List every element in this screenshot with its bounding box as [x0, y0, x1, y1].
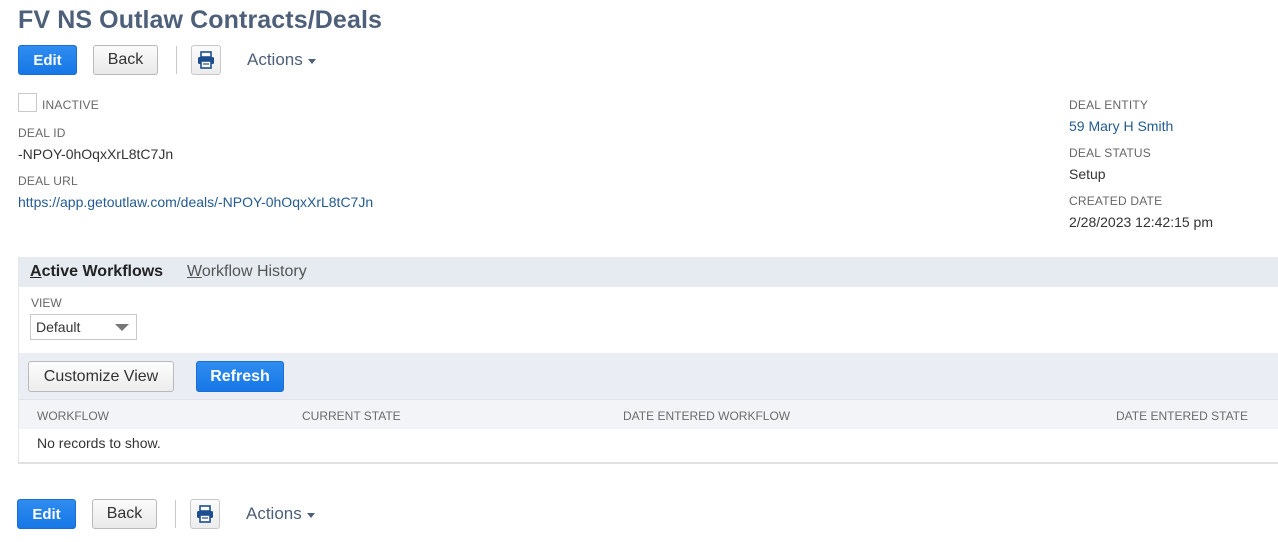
tab-active-workflows[interactable]: Active Workflows: [30, 263, 163, 281]
column-header-date-entered-state[interactable]: DATE ENTERED STATE: [1116, 409, 1248, 423]
created-date-value: 2/28/2023 12:42:15 pm: [1069, 214, 1214, 230]
created-date-label: CREATED DATE: [1069, 194, 1163, 208]
print-button[interactable]: [191, 45, 221, 75]
tab-workflow-history-label: orkflow History: [201, 263, 307, 280]
actions-menu-bottom[interactable]: Actions: [246, 504, 315, 524]
workflows-panel: Active Workflows Workflow History VIEW D…: [18, 257, 1278, 464]
tab-active-workflows-label: ctive Workflows: [41, 263, 164, 280]
printer-icon: [198, 51, 214, 69]
deal-entity-link[interactable]: 59 Mary H Smith: [1069, 118, 1173, 134]
tab-workflow-history-accesskey: W: [187, 263, 202, 280]
deal-url-link[interactable]: https://app.getoutlaw.com/deals/-NPOY-0h…: [18, 194, 373, 210]
back-button-bottom[interactable]: Back: [92, 499, 157, 529]
deal-id-value: -NPOY-0hOqxXrL8tC7Jn: [18, 146, 174, 162]
view-label: VIEW: [31, 296, 62, 310]
toolbar-divider-bottom: [175, 500, 176, 528]
deal-url-label: DEAL URL: [18, 174, 78, 188]
caret-down-icon: [307, 58, 316, 64]
inactive-checkbox[interactable]: [18, 92, 37, 112]
workflow-table-header: WORKFLOW CURRENT STATE DATE ENTERED WORK…: [19, 399, 1278, 429]
actions-label: Actions: [247, 50, 303, 69]
column-header-workflow[interactable]: WORKFLOW: [37, 409, 109, 423]
actions-label-bottom: Actions: [246, 504, 302, 523]
column-header-date-entered-workflow[interactable]: DATE ENTERED WORKFLOW: [623, 409, 790, 423]
deal-status-value: Setup: [1069, 166, 1106, 182]
tab-workflow-history[interactable]: Workflow History: [187, 263, 307, 281]
column-header-current-state[interactable]: CURRENT STATE: [302, 409, 401, 423]
edit-button-bottom[interactable]: Edit: [17, 499, 76, 529]
workflow-tabbar: Active Workflows Workflow History: [19, 257, 1278, 287]
actions-menu[interactable]: Actions: [247, 50, 316, 70]
toolbar-divider: [176, 46, 177, 74]
back-button[interactable]: Back: [93, 45, 158, 75]
refresh-button[interactable]: Refresh: [196, 361, 284, 392]
page-title: FV NS Outlaw Contracts/Deals: [18, 6, 382, 34]
top-toolbar: Edit Back Actions: [18, 44, 316, 76]
dropdown-arrow-icon: [115, 324, 129, 331]
workflow-button-bar: Customize View Refresh: [19, 353, 1278, 399]
inactive-field: INACTIVE: [18, 92, 99, 112]
caret-down-icon: [306, 512, 315, 518]
view-select[interactable]: Default: [30, 314, 137, 340]
view-select-value: Default: [36, 319, 81, 335]
deal-entity-label: DEAL ENTITY: [1069, 98, 1149, 112]
bottom-toolbar: Edit Back Actions: [17, 498, 315, 530]
inactive-label: INACTIVE: [42, 98, 99, 112]
printer-icon: [197, 505, 213, 523]
tab-active-workflows-accesskey: A: [30, 263, 42, 280]
deal-id-label: DEAL ID: [18, 126, 66, 140]
empty-table-message: No records to show.: [37, 435, 161, 451]
deal-status-label: DEAL STATUS: [1069, 146, 1151, 160]
customize-view-button[interactable]: Customize View: [28, 361, 174, 392]
print-button-bottom[interactable]: [190, 499, 220, 529]
edit-button[interactable]: Edit: [18, 45, 77, 75]
